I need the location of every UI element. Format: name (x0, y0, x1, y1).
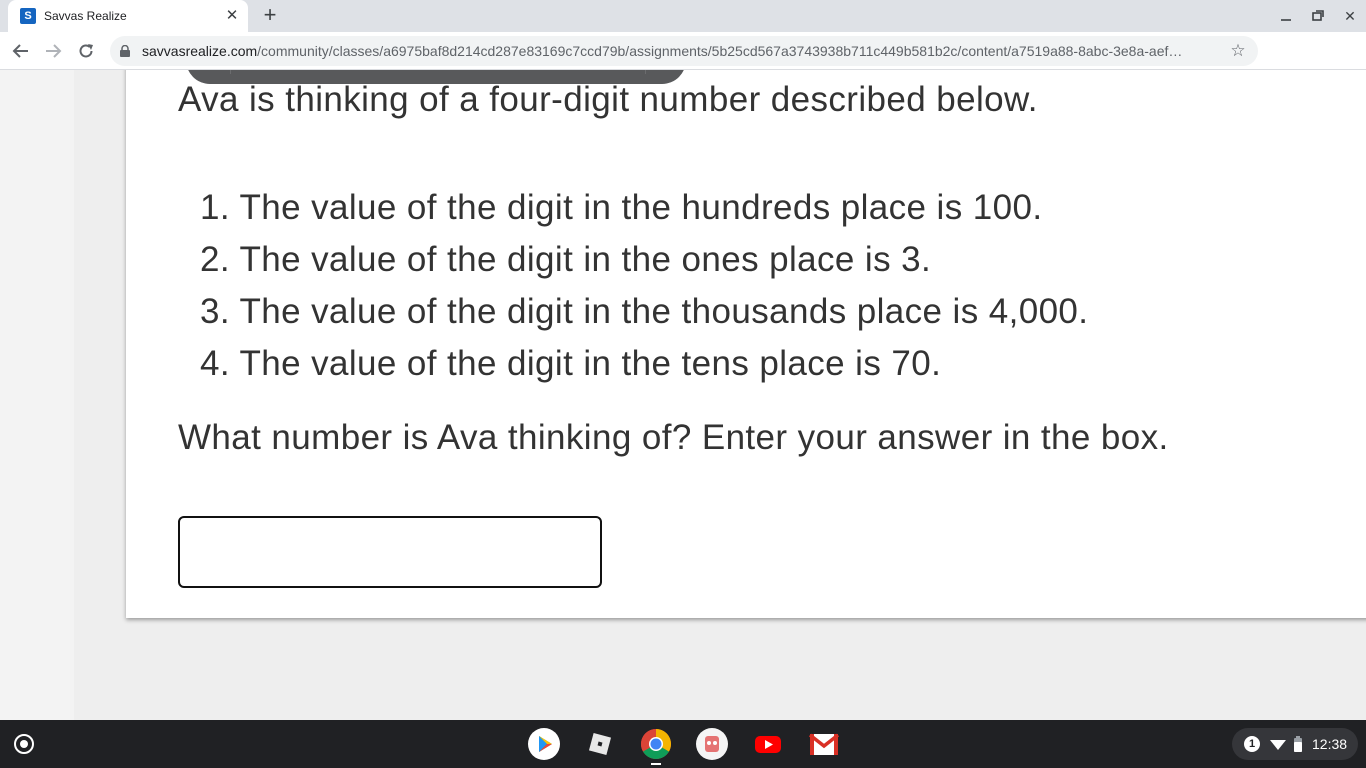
tab-strip: S Savvas Realize ✕ + ✕ (0, 0, 1366, 32)
os-shelf: 1 12:38 (0, 720, 1366, 768)
page-content: Ava is thinking of a four-digit number d… (0, 70, 1366, 720)
new-tab-button[interactable]: + (258, 4, 282, 28)
bookmark-star-icon[interactable]: ☆ (1228, 40, 1248, 60)
problem-intro: Ava is thinking of a four-digit number d… (178, 80, 1038, 119)
battery-icon (1294, 736, 1302, 752)
question-prompt: What number is Ava thinking of? Enter yo… (178, 418, 1169, 457)
youtube-icon[interactable] (752, 728, 784, 760)
active-app-indicator (651, 763, 661, 765)
chrome-icon[interactable] (640, 728, 672, 760)
wifi-icon (1270, 740, 1286, 750)
tab-title: Savvas Realize (44, 9, 127, 23)
status-tray[interactable]: 1 12:38 (1232, 728, 1358, 760)
minimize-icon[interactable] (1276, 6, 1296, 26)
url-text: savvasrealize.com/community/classes/a697… (142, 43, 1222, 59)
answer-input[interactable] (178, 516, 602, 588)
play-store-icon[interactable] (528, 728, 560, 760)
lock-icon (120, 45, 130, 57)
savvas-favicon-icon: S (20, 8, 36, 24)
address-bar[interactable]: savvasrealize.com/community/classes/a697… (110, 36, 1258, 66)
launcher-icon[interactable] (14, 734, 34, 754)
close-window-icon[interactable]: ✕ (1340, 6, 1360, 26)
url-host: savvasrealize.com (142, 43, 258, 59)
back-icon[interactable] (10, 40, 32, 62)
question-card: Ava is thinking of a four-digit number d… (126, 70, 1366, 618)
browser-tab[interactable]: S Savvas Realize ✕ (8, 0, 248, 32)
restore-icon[interactable] (1308, 6, 1328, 26)
reload-icon[interactable] (75, 40, 97, 62)
roblox-icon[interactable] (584, 728, 616, 760)
tab-close-icon[interactable]: ✕ (224, 8, 240, 24)
browser-toolbar: savvasrealize.com/community/classes/a697… (0, 32, 1366, 92)
clue-item: 3. The value of the digit in the thousan… (200, 292, 1089, 331)
left-margin (0, 70, 74, 720)
url-path: /community/classes/a6975baf8d214cd287e83… (257, 43, 1183, 59)
forward-icon[interactable] (42, 40, 64, 62)
gmail-icon[interactable] (808, 728, 840, 760)
clue-item: 2. The value of the digit in the ones pl… (200, 240, 932, 279)
notification-count-badge[interactable]: 1 (1244, 736, 1260, 752)
clue-list: 1. The value of the digit in the hundred… (200, 182, 1088, 390)
clue-item: 4. The value of the digit in the tens pl… (200, 344, 942, 383)
clock-time: 12:38 (1312, 736, 1348, 752)
avatar-app-icon[interactable] (696, 728, 728, 760)
clue-item: 1. The value of the digit in the hundred… (200, 188, 1043, 227)
